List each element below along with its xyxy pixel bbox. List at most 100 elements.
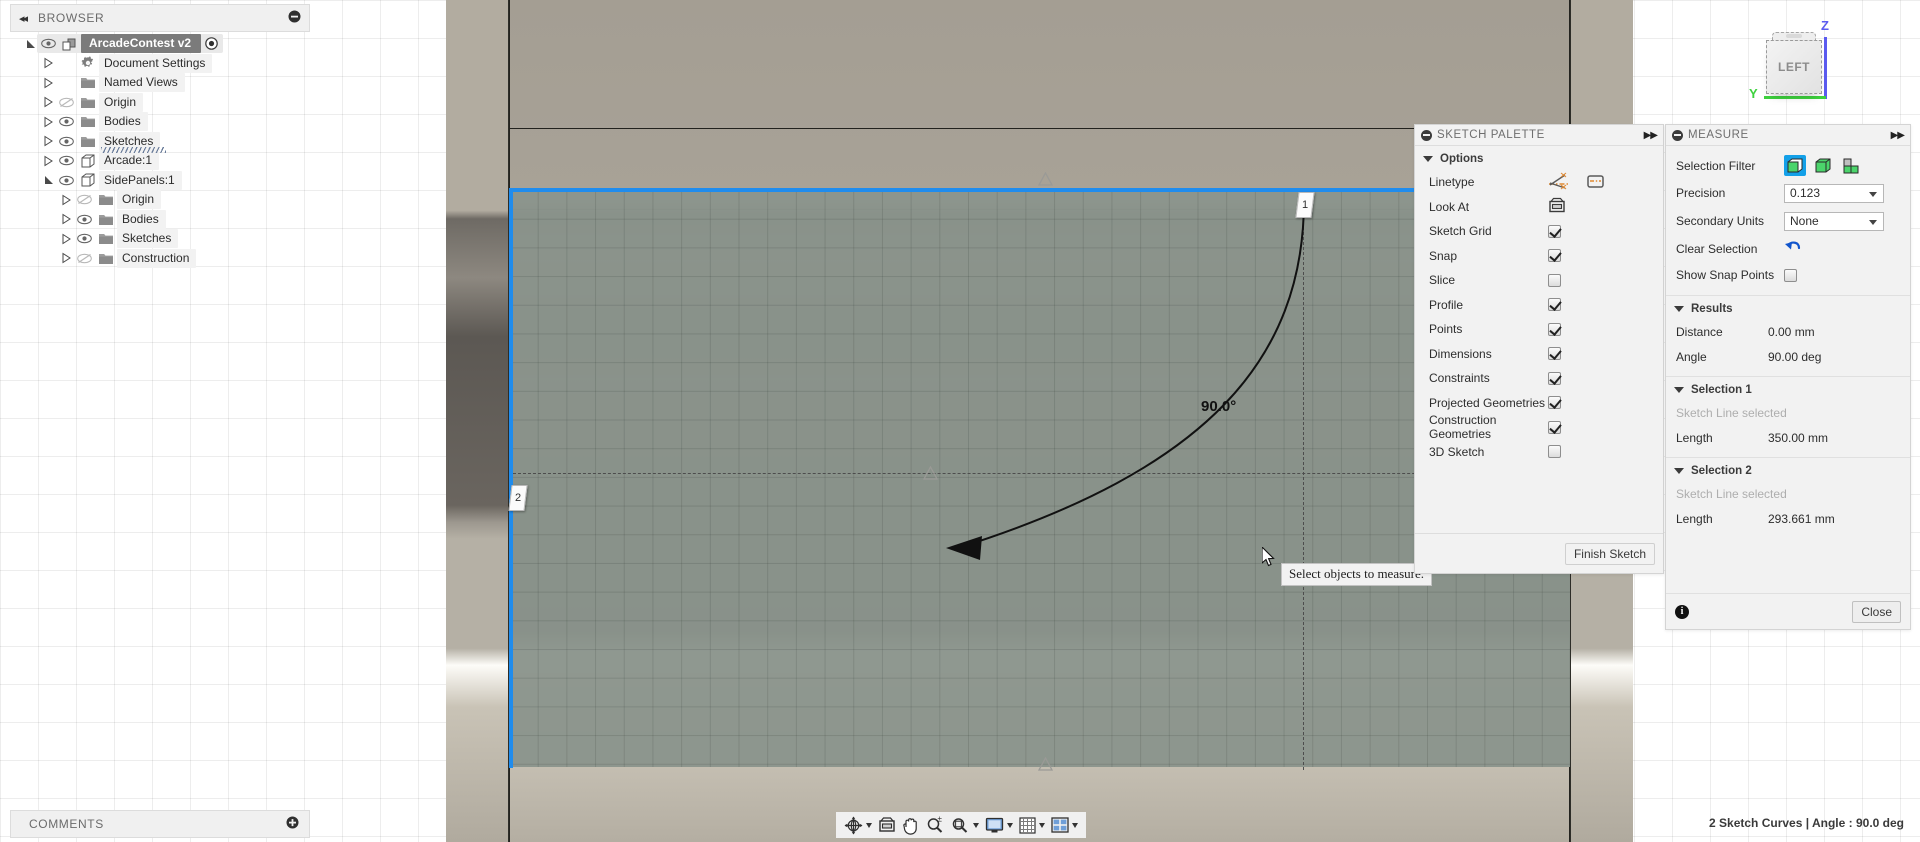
constraints-checkbox[interactable] <box>1548 371 1561 385</box>
selection-1-section-header[interactable]: Selection 1 <box>1666 377 1910 401</box>
visibility-eye-hidden-icon[interactable] <box>55 97 77 108</box>
folder-icon <box>77 135 99 148</box>
plus-circle-icon[interactable] <box>286 816 299 832</box>
radio-dot-icon[interactable] <box>201 37 221 51</box>
visibility-eye-icon[interactable] <box>37 38 59 49</box>
construction-geometries-checkbox[interactable] <box>1548 420 1561 434</box>
selected-sketch-line-2[interactable] <box>509 188 513 768</box>
select-body-icon[interactable] <box>1812 155 1834 176</box>
look-at-icon[interactable] <box>1548 197 1566 216</box>
chevron-down-icon[interactable] <box>973 822 979 828</box>
view-cube[interactable]: Z Y LEFT <box>1744 10 1844 115</box>
results-section-header[interactable]: Results <box>1666 296 1910 320</box>
tree-row-bodies[interactable]: Bodies <box>10 112 310 132</box>
info-icon[interactable]: i <box>1675 604 1689 619</box>
snap-checkbox[interactable] <box>1548 249 1561 263</box>
expand-triangle-closed-icon[interactable] <box>43 77 55 89</box>
points-checkbox[interactable] <box>1548 322 1561 336</box>
pan-hand-icon[interactable] <box>900 813 922 837</box>
tree-row-sidepanels-construction[interactable]: Construction <box>10 248 310 269</box>
visibility-eye-icon[interactable] <box>73 214 95 225</box>
viewcube-axis-y-label: Y <box>1749 86 1758 101</box>
selection-2-section-header[interactable]: Selection 2 <box>1666 458 1910 482</box>
centerline-icon[interactable] <box>1548 172 1570 193</box>
zoom-window-icon[interactable] <box>949 813 981 837</box>
show-snap-points-checkbox[interactable] <box>1784 268 1797 282</box>
projected-geometries-checkbox[interactable] <box>1548 396 1561 410</box>
close-button[interactable]: Close <box>1852 600 1901 623</box>
expand-triangle-closed-icon[interactable] <box>61 213 73 225</box>
sketch-plane-face[interactable] <box>509 190 1570 767</box>
expand-triangle-closed-icon[interactable] <box>43 135 55 147</box>
tree-row-sidepanels-origin[interactable]: Origin <box>10 190 310 210</box>
expand-triangle-closed-icon[interactable] <box>43 155 55 167</box>
tree-row-document-settings[interactable]: Document Settings <box>10 53 310 74</box>
minus-circle-icon[interactable] <box>288 10 301 26</box>
tree-row-sidepanels-1[interactable]: SidePanels:1 <box>10 170 310 191</box>
tree-row-origin[interactable]: Origin <box>10 92 310 113</box>
tree-row-root[interactable]: ArcadeContest v2 <box>10 34 310 54</box>
select-face-icon[interactable] <box>1784 155 1806 176</box>
expand-triangle-closed-icon[interactable] <box>61 252 73 264</box>
chevron-down-icon[interactable] <box>1007 822 1013 828</box>
undo-arrow-icon[interactable] <box>1784 239 1802 258</box>
orbit-icon[interactable] <box>842 813 874 837</box>
expand-triangle-open-icon[interactable] <box>43 174 55 186</box>
look-at-icon[interactable] <box>876 813 898 837</box>
expand-triangle-closed-icon[interactable] <box>61 194 73 206</box>
precision-dropdown[interactable]: 0.123 <box>1784 183 1884 203</box>
expand-triangle-closed-icon[interactable] <box>61 233 73 245</box>
3d-sketch-label: 3D Sketch <box>1429 444 1485 459</box>
tree-row-sidepanels-sketches[interactable]: Sketches <box>10 229 310 249</box>
visibility-eye-hidden-icon[interactable] <box>73 253 95 264</box>
visibility-eye-icon[interactable] <box>55 136 77 147</box>
chevron-down-icon[interactable] <box>1072 822 1078 828</box>
finish-sketch-button[interactable]: Finish Sketch <box>1564 542 1655 565</box>
profile-checkbox[interactable] <box>1548 298 1561 312</box>
selection-2-length: Length 293.661 mm <box>1666 507 1910 532</box>
comments-panel[interactable]: COMMENTS <box>10 810 310 838</box>
selected-sketch-line-1[interactable] <box>509 188 1570 192</box>
browser-tree: ArcadeContest v2 Document Settings Named… <box>10 34 310 268</box>
tree-row-arcade-1[interactable]: Arcade:1 <box>10 151 310 171</box>
select-component-icon[interactable] <box>1840 155 1862 176</box>
palette-row-projected-geometries: Projected Geometries <box>1415 391 1663 416</box>
visibility-eye-icon[interactable] <box>55 175 77 186</box>
display-settings-icon[interactable] <box>983 813 1015 837</box>
tree-row-sketches[interactable]: Sketches <box>10 131 310 153</box>
chevron-down-icon[interactable] <box>866 822 872 828</box>
expand-triangle-closed-icon[interactable] <box>43 96 55 108</box>
chevron-down-icon[interactable] <box>1039 822 1045 828</box>
tree-row-named-views[interactable]: Named Views <box>10 73 310 93</box>
tree-label: Sketches <box>117 229 179 249</box>
construction-rect-icon[interactable] <box>1586 173 1606 192</box>
collapse-left-arrows-icon[interactable]: ◂◂ <box>19 12 28 25</box>
slice-checkbox[interactable] <box>1548 273 1561 287</box>
sketch-grid-checkbox[interactable] <box>1548 224 1561 238</box>
minus-circle-icon[interactable] <box>1421 129 1432 141</box>
grid-snaps-icon[interactable] <box>1017 813 1047 837</box>
visibility-eye-icon[interactable] <box>55 155 77 166</box>
options-section-header[interactable]: Options <box>1415 146 1663 170</box>
visibility-eye-hidden-icon[interactable] <box>73 194 95 205</box>
construction-axis-horizontal <box>513 473 1570 474</box>
tree-row-sidepanels-bodies[interactable]: Bodies <box>10 209 310 230</box>
double-chevron-right-icon[interactable]: ▶▶ <box>1644 130 1658 141</box>
expand-triangle-open-icon[interactable] <box>25 38 37 50</box>
double-chevron-right-icon[interactable]: ▶▶ <box>1891 130 1905 141</box>
3d-sketch-checkbox[interactable] <box>1548 445 1561 459</box>
secondary-units-dropdown[interactable]: None <box>1784 211 1884 231</box>
precision-label: Precision <box>1676 186 1726 200</box>
minus-circle-icon[interactable] <box>1672 129 1683 141</box>
expand-triangle-closed-icon[interactable] <box>43 57 55 69</box>
viewports-icon[interactable] <box>1049 813 1080 837</box>
zoom-icon[interactable]: ± <box>924 813 947 837</box>
measure-result-distance: Distance 0.00 mm <box>1666 320 1910 345</box>
visibility-eye-icon[interactable] <box>55 116 77 127</box>
dimensions-checkbox[interactable] <box>1548 347 1561 361</box>
angle-dimension-label[interactable]: 90.0° <box>1201 398 1236 415</box>
viewcube-left-face[interactable]: LEFT <box>1766 40 1822 94</box>
visibility-eye-icon[interactable] <box>73 233 95 244</box>
gear-icon <box>77 56 99 70</box>
expand-triangle-closed-icon[interactable] <box>43 116 55 128</box>
